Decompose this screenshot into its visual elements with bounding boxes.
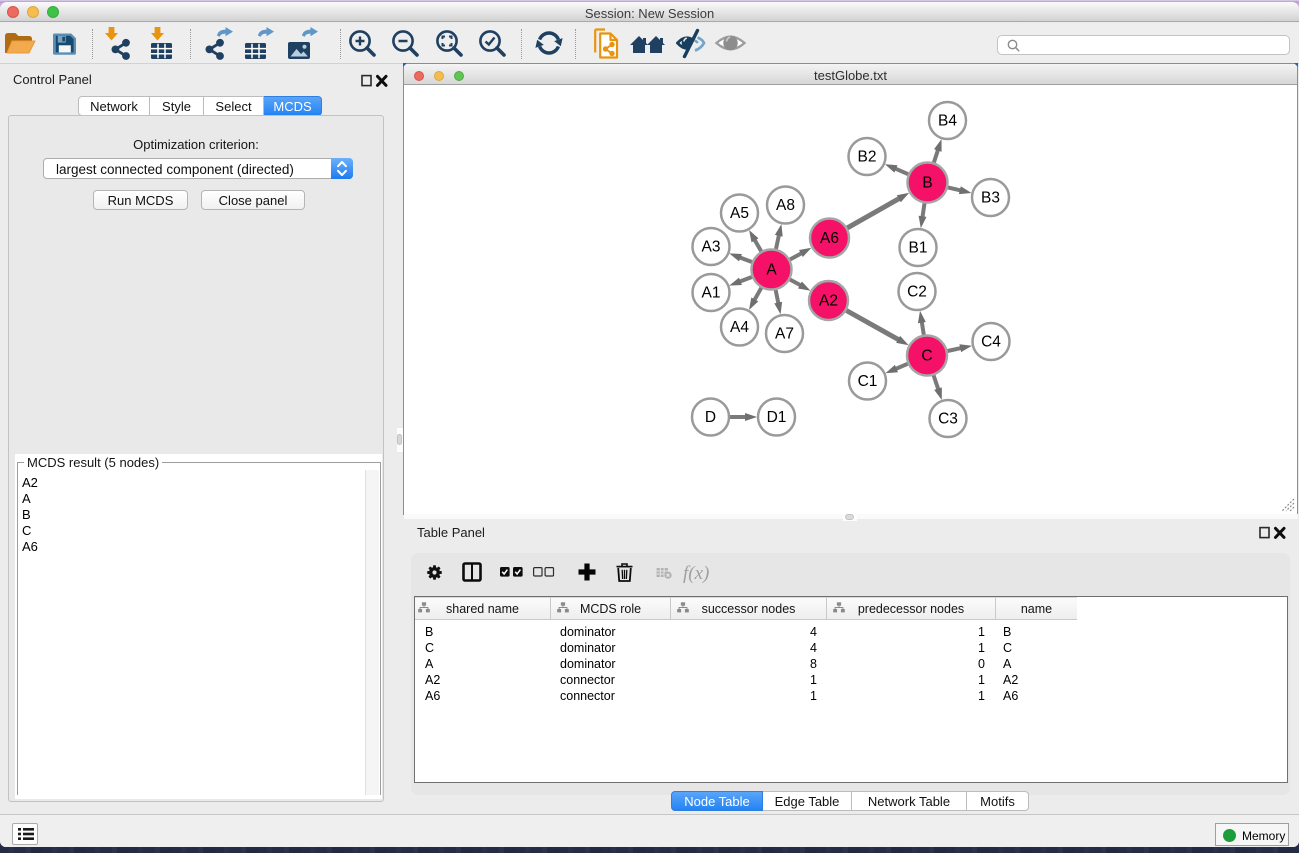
svg-text:A5: A5 [730, 205, 749, 222]
svg-text:A6: A6 [820, 230, 839, 247]
svg-text:A: A [766, 262, 777, 279]
svg-text:D1: D1 [767, 409, 787, 426]
svg-text:A7: A7 [775, 326, 794, 343]
svg-text:B4: B4 [938, 113, 957, 130]
svg-text:C4: C4 [981, 334, 1001, 351]
svg-text:A3: A3 [702, 239, 721, 256]
svg-text:A4: A4 [730, 319, 749, 336]
svg-text:B1: B1 [909, 240, 928, 257]
svg-text:C: C [921, 348, 932, 365]
svg-text:B3: B3 [981, 190, 1000, 207]
svg-text:D: D [705, 409, 716, 426]
svg-text:C2: C2 [907, 284, 927, 301]
svg-text:A8: A8 [776, 197, 795, 214]
svg-text:B: B [922, 175, 932, 192]
svg-text:B2: B2 [858, 149, 877, 166]
svg-text:C1: C1 [858, 373, 878, 390]
svg-text:A2: A2 [819, 293, 838, 310]
svg-text:A1: A1 [702, 285, 721, 302]
svg-text:C3: C3 [938, 411, 958, 428]
